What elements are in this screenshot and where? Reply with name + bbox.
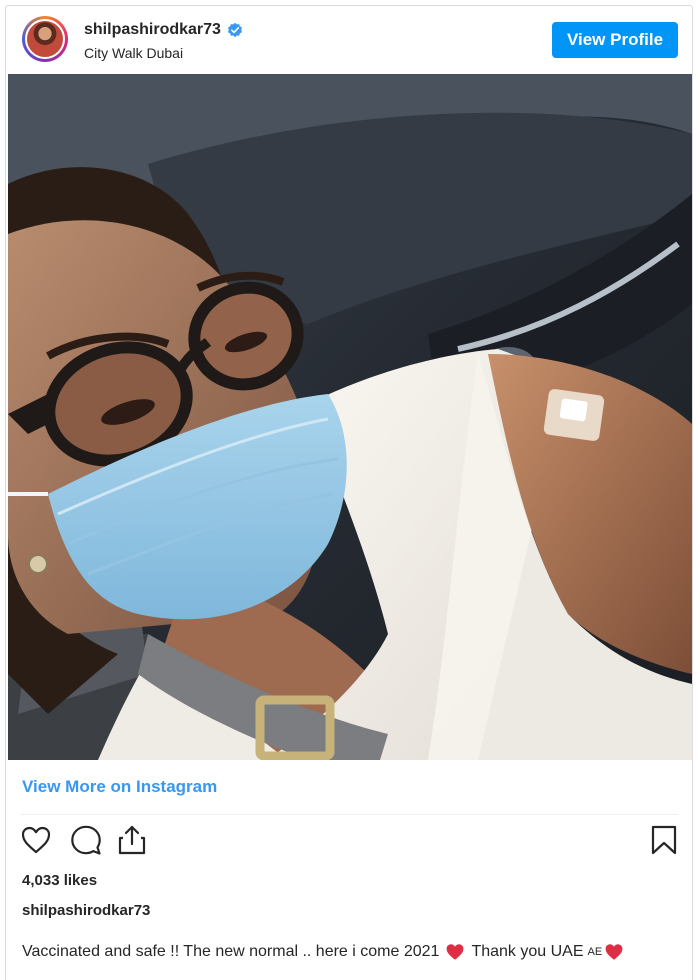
comment-icon[interactable]	[70, 824, 102, 856]
post-header: shilpashirodkar73 City Walk Dubai View P…	[6, 6, 692, 74]
post-photo[interactable]	[8, 74, 692, 760]
heart-icon[interactable]	[20, 824, 52, 856]
view-more-on-instagram-link[interactable]: View More on Instagram	[22, 777, 217, 797]
red-heart-emoji-icon	[605, 944, 623, 960]
caption-text-part1: Vaccinated and safe !! The new normal ..…	[22, 943, 440, 960]
bookmark-icon[interactable]	[648, 824, 680, 856]
red-heart-emoji-icon	[447, 944, 464, 960]
caption-text-part2: Thank you UAE	[471, 943, 584, 960]
share-icon[interactable]	[116, 824, 148, 856]
post-location[interactable]: City Walk Dubai	[84, 45, 183, 61]
selfie-photo-illustration	[8, 74, 692, 760]
avatar-ring[interactable]	[22, 16, 68, 62]
verified-badge-icon	[227, 22, 242, 38]
caption-username[interactable]: shilpashirodkar73	[22, 902, 150, 919]
caption: Vaccinated and safe !! The new normal ..…	[22, 943, 630, 961]
instagram-embed-card: shilpashirodkar73 City Walk Dubai View P…	[5, 5, 693, 980]
likes-count[interactable]: 4,033 likes	[22, 872, 97, 889]
view-profile-button[interactable]: View Profile	[552, 22, 678, 58]
avatar[interactable]	[25, 19, 65, 59]
divider	[20, 814, 678, 815]
username-row: shilpashirodkar73	[84, 21, 243, 39]
uae-flag-label: AE	[587, 946, 603, 958]
username[interactable]: shilpashirodkar73	[84, 21, 221, 39]
action-bar	[20, 824, 680, 864]
